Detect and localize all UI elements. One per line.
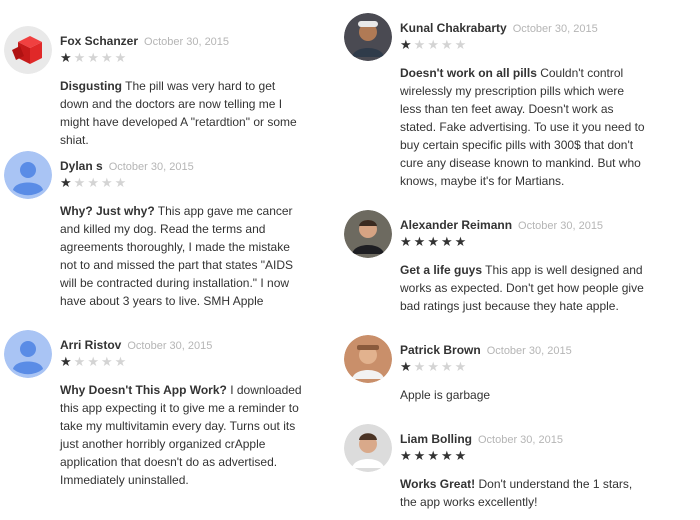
red-cube-avatar[interactable]: [4, 26, 52, 74]
review-author[interactable]: Fox Schanzer: [60, 34, 138, 48]
star-icon: ★: [427, 359, 439, 374]
default-person-avatar[interactable]: [4, 151, 52, 199]
review-date: October 30, 2015: [108, 161, 194, 173]
default-person-avatar[interactable]: [4, 330, 52, 378]
review-body: Why Doesn't This App Work? I downloaded …: [60, 381, 304, 489]
photo-avatar[interactable]: [344, 210, 392, 258]
review-text: I downloaded this app expecting it to gi…: [60, 383, 302, 487]
review-date: October 30, 2015: [144, 36, 230, 48]
star-icon: ★: [413, 448, 426, 463]
star-icon: ★: [87, 175, 99, 190]
photo-avatar[interactable]: [344, 424, 392, 472]
star-icon: ★: [440, 37, 453, 52]
star-icon: ★: [73, 354, 86, 369]
person-icon: [4, 151, 52, 199]
photo-avatar[interactable]: [344, 335, 392, 383]
star-icon: ★: [87, 50, 99, 65]
review-title: Why? Just why?: [60, 204, 155, 218]
star-rating: ★ ★ ★ ★ ★: [60, 354, 128, 369]
avatar-image: [344, 335, 392, 383]
star-icon: ★: [454, 37, 467, 52]
review-author[interactable]: Liam Bolling: [400, 432, 472, 446]
review-text: Couldn't control wirelessly my prescript…: [400, 66, 645, 188]
avatar-image: [344, 424, 392, 472]
star-icon: ★: [73, 50, 86, 65]
star-icon: ★: [400, 37, 412, 52]
star-icon: ★: [440, 359, 453, 374]
photo-avatar[interactable]: [344, 13, 392, 61]
review-body: Disgusting The pill was very hard to get…: [60, 77, 300, 149]
review-title: Works Great!: [400, 477, 476, 491]
review-title: Disgusting: [60, 79, 122, 93]
star-icon: ★: [400, 448, 412, 463]
review-author[interactable]: Alexander Reimann: [400, 218, 512, 232]
avatar-image: [4, 26, 52, 74]
star-rating: ★ ★ ★ ★ ★: [60, 175, 128, 190]
avatar-image: [344, 13, 392, 61]
review-body: Why? Just why? This app gave me cancer a…: [60, 202, 304, 310]
star-icon: ★: [454, 359, 467, 374]
review-title: Why Doesn't This App Work?: [60, 383, 227, 397]
star-icon: ★: [413, 37, 426, 52]
star-icon: ★: [114, 354, 127, 369]
star-icon: ★: [454, 448, 467, 463]
review-author[interactable]: Dylan s: [60, 159, 103, 173]
review-text: This app gave me cancer and killed my do…: [60, 204, 294, 308]
star-icon: ★: [100, 354, 113, 369]
star-rating: ★ ★ ★ ★ ★: [400, 37, 468, 52]
star-rating: ★ ★ ★ ★ ★: [400, 448, 468, 463]
star-icon: ★: [100, 50, 113, 65]
star-icon: ★: [87, 354, 99, 369]
star-icon: ★: [427, 37, 439, 52]
star-icon: ★: [440, 448, 453, 463]
star-rating: ★ ★ ★ ★ ★: [60, 50, 128, 65]
review-title: Doesn't work on all pills: [400, 66, 537, 80]
review-date: October 30, 2015: [486, 345, 572, 357]
review-date: October 30, 2015: [512, 23, 598, 35]
star-icon: ★: [60, 175, 72, 190]
star-icon: ★: [60, 354, 72, 369]
star-icon: ★: [73, 175, 86, 190]
avatar-image: [344, 210, 392, 258]
review-text: Apple is garbage: [400, 388, 491, 402]
review-body: Doesn't work on all pills Couldn't contr…: [400, 64, 648, 190]
review-date: October 30, 2015: [518, 220, 604, 232]
star-icon: ★: [60, 50, 72, 65]
star-icon: ★: [440, 234, 453, 249]
review-author[interactable]: Kunal Chakrabarty: [400, 21, 507, 35]
star-icon: ★: [413, 359, 426, 374]
review-date: October 30, 2015: [127, 340, 213, 352]
star-icon: ★: [114, 50, 127, 65]
star-icon: ★: [400, 359, 412, 374]
review-date: October 30, 2015: [478, 434, 564, 446]
star-icon: ★: [413, 234, 426, 249]
star-icon: ★: [400, 234, 412, 249]
review-body: Works Great! Don't understand the 1 star…: [400, 475, 650, 511]
star-rating: ★ ★ ★ ★ ★: [400, 359, 468, 374]
review-body: Apple is garbage: [400, 386, 650, 404]
review-title: Get a life guys: [400, 263, 483, 277]
review-author[interactable]: Patrick Brown: [400, 343, 481, 357]
star-rating: ★ ★ ★ ★ ★: [400, 234, 468, 249]
star-icon: ★: [114, 175, 127, 190]
star-icon: ★: [427, 234, 439, 249]
review-body: Get a life guys This app is well designe…: [400, 261, 650, 315]
review-author[interactable]: Arri Ristov: [60, 338, 121, 352]
star-icon: ★: [100, 175, 113, 190]
star-icon: ★: [454, 234, 467, 249]
star-icon: ★: [427, 448, 439, 463]
person-icon: [4, 330, 52, 378]
